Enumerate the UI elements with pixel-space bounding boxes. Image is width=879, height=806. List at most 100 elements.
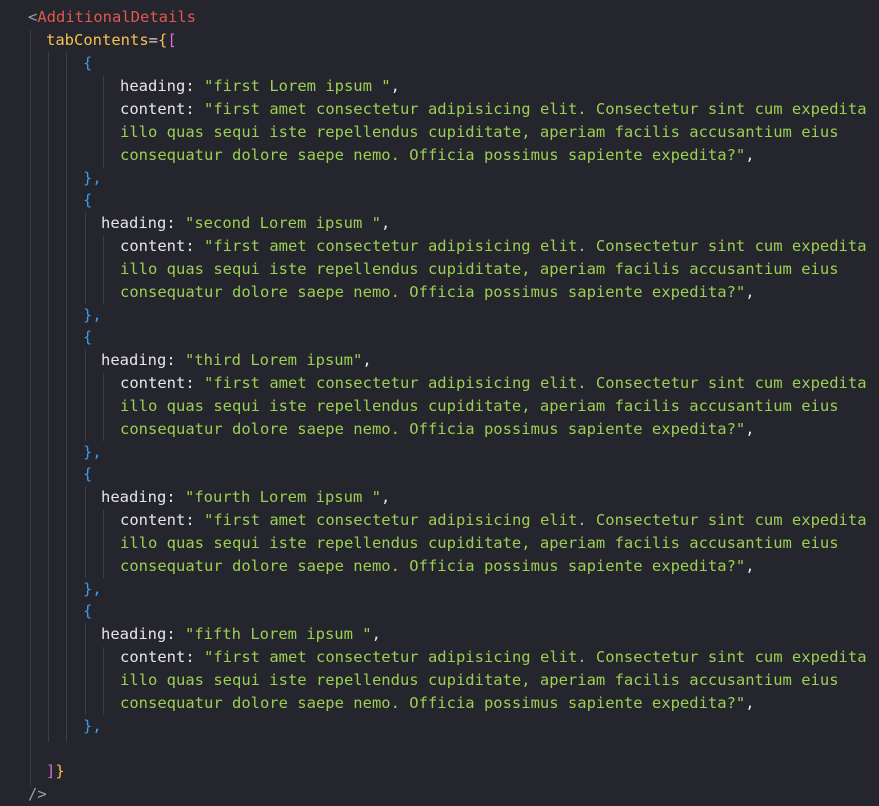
code-line: ]} — [46, 760, 65, 783]
indent-guide — [103, 647, 104, 715]
code-line: consequatur dolore saepe nemo. Officia p… — [120, 281, 755, 304]
indent-guide — [66, 52, 67, 742]
comma: , — [745, 146, 755, 164]
equals-sign: = — [148, 31, 158, 49]
content-value-line: "first amet consectetur adipisicing elit… — [204, 511, 867, 529]
object-close-brace: }, — [83, 306, 102, 324]
content-key: content: — [120, 648, 204, 666]
code-line: /> — [28, 783, 47, 806]
comma: , — [380, 488, 391, 506]
object-open-brace: { — [83, 328, 93, 346]
heading-key: heading: — [120, 77, 204, 95]
code-line: heading: "first Lorem ipsum ", — [120, 75, 400, 98]
object-close-brace: }, — [83, 169, 102, 187]
content-key: content: — [120, 374, 204, 392]
indent-guide — [85, 349, 86, 441]
object-open-brace: { — [83, 54, 93, 72]
comma: , — [745, 694, 755, 712]
object-close-brace: }, — [83, 443, 102, 461]
heading-key: heading: — [101, 625, 185, 643]
indent-guide — [103, 76, 104, 168]
heading-key: heading: — [101, 214, 185, 232]
content-value-line: illo quas sequi iste repellendus cupidit… — [120, 123, 839, 141]
code-line: tabContents={[ — [46, 29, 177, 52]
code-line: consequatur dolore saepe nemo. Officia p… — [120, 418, 755, 441]
content-value-line: illo quas sequi iste repellendus cupidit… — [120, 260, 839, 278]
code-line: content: "first amet consectetur adipisi… — [120, 235, 867, 258]
code-line: { — [83, 463, 92, 486]
code-line: illo quas sequi iste repellendus cupidit… — [120, 121, 839, 144]
code-line: consequatur dolore saepe nemo. Officia p… — [120, 555, 755, 578]
code-line: { — [83, 189, 92, 212]
comma: , — [745, 557, 755, 575]
content-value-line: illo quas sequi iste repellendus cupidit… — [120, 671, 839, 689]
code-line: content: "first amet consectetur adipisi… — [120, 98, 867, 121]
comma: , — [362, 351, 372, 369]
object-close-brace: }, — [83, 717, 102, 735]
code-line: }, — [83, 578, 102, 601]
object-open-brace: { — [83, 465, 93, 483]
comma: , — [745, 420, 755, 438]
comma: , — [745, 283, 755, 301]
code-line: illo quas sequi iste repellendus cupidit… — [120, 532, 839, 555]
indent-guide — [103, 373, 104, 441]
code-line: consequatur dolore saepe nemo. Officia p… — [120, 692, 755, 715]
indent-guide — [103, 510, 104, 578]
open-curly: { — [158, 31, 168, 49]
content-value-line: "first amet consectetur adipisicing elit… — [204, 648, 867, 666]
object-open-brace: { — [83, 191, 93, 209]
code-line: }, — [83, 441, 102, 464]
open-square: [ — [167, 31, 177, 49]
code-line: <AdditionalDetails — [28, 6, 196, 29]
code-line: consequatur dolore saepe nemo. Officia p… — [120, 144, 755, 167]
heading-key: heading: — [101, 488, 185, 506]
self-closing-tag: /> — [28, 785, 47, 803]
code-line: }, — [83, 167, 102, 190]
code-line: heading: "fifth Lorem ipsum ", — [101, 623, 381, 646]
content-value-line: illo quas sequi iste repellendus cupidit… — [120, 534, 839, 552]
content-value-line: consequatur dolore saepe nemo. Officia p… — [120, 420, 746, 438]
component-tag-name: AdditionalDetails — [37, 8, 196, 26]
content-value-line: "first amet consectetur adipisicing elit… — [204, 100, 867, 118]
close-curly: } — [55, 762, 65, 780]
comma: , — [390, 77, 400, 95]
code-line: content: "first amet consectetur adipisi… — [120, 509, 867, 532]
content-key: content: — [120, 100, 204, 118]
heading-value: "first Lorem ipsum " — [204, 77, 391, 95]
comma: , — [371, 625, 381, 643]
heading-value: "fifth Lorem ipsum " — [185, 625, 372, 643]
indent-guide — [103, 236, 104, 304]
content-value-line: "first amet consectetur adipisicing elit… — [204, 374, 867, 392]
content-value-line: illo quas sequi iste repellendus cupidit… — [120, 397, 839, 415]
code-line: heading: "third Lorem ipsum", — [101, 349, 372, 372]
content-key: content: — [120, 237, 204, 255]
code-line: illo quas sequi iste repellendus cupidit… — [120, 669, 839, 692]
content-value-line: consequatur dolore saepe nemo. Officia p… — [120, 146, 746, 164]
heading-value: "third Lorem ipsum" — [185, 351, 363, 369]
close-square: ] — [46, 762, 56, 780]
indent-guide — [85, 486, 86, 578]
heading-key: heading: — [101, 351, 185, 369]
code-editor[interactable]: <AdditionalDetails tabContents={[ { head… — [0, 0, 879, 805]
code-line: { — [83, 326, 92, 349]
code-line: }, — [83, 715, 102, 738]
content-value-line: consequatur dolore saepe nemo. Officia p… — [120, 283, 746, 301]
indent-guide — [85, 212, 86, 304]
object-close-brace: }, — [83, 580, 102, 598]
code-line: content: "first amet consectetur adipisi… — [120, 646, 867, 669]
content-value-line: consequatur dolore saepe nemo. Officia p… — [120, 557, 746, 575]
code-line: heading: "fourth Lorem ipsum ", — [101, 486, 390, 509]
code-line: heading: "second Lorem ipsum ", — [101, 212, 390, 235]
heading-value: "fourth Lorem ipsum " — [185, 488, 381, 506]
object-open-brace: { — [83, 602, 93, 620]
code-line: { — [83, 52, 92, 75]
content-key: content: — [120, 511, 204, 529]
indent-guide — [30, 30, 31, 787]
prop-name: tabContents — [46, 31, 149, 49]
code-line: { — [83, 600, 92, 623]
code-line: content: "first amet consectetur adipisi… — [120, 372, 867, 395]
code-line: }, — [83, 304, 102, 327]
tag-open-bracket: < — [28, 8, 38, 26]
heading-value: "second Lorem ipsum " — [185, 214, 381, 232]
content-value-line: "first amet consectetur adipisicing elit… — [204, 237, 867, 255]
